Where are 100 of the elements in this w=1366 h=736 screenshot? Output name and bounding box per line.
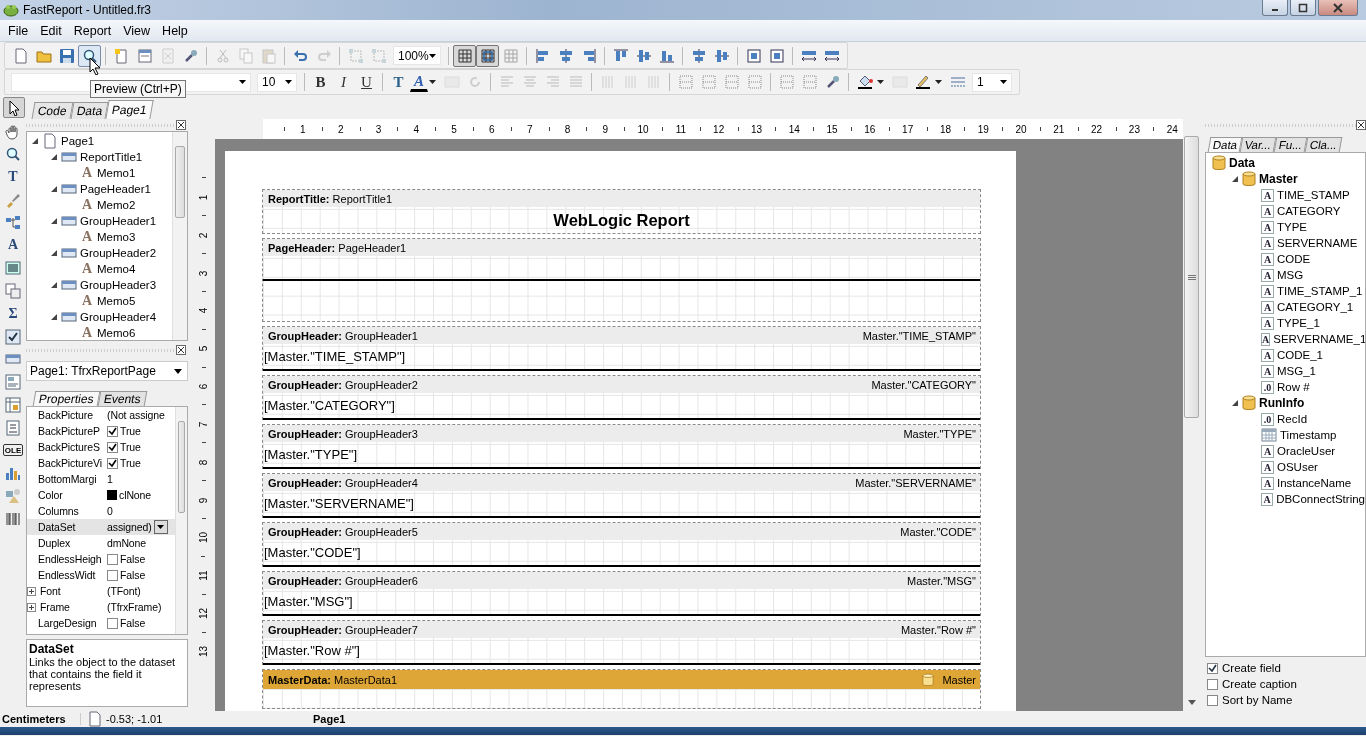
memo-icon: A bbox=[80, 261, 94, 277]
ruler-number: 4 bbox=[198, 308, 209, 314]
band-title: GroupHeader: GroupHeader7 bbox=[268, 623, 418, 636]
ruler-number: 20 bbox=[1015, 123, 1027, 135]
ruler-number: 23 bbox=[1128, 123, 1140, 135]
property-name: EndlessWidt bbox=[38, 569, 96, 581]
field-type-icon: A bbox=[1261, 348, 1274, 362]
band-dataset: Master bbox=[942, 673, 976, 686]
ruler-number: 4 bbox=[413, 123, 420, 135]
band-title: PageHeader: PageHeader1 bbox=[268, 241, 407, 254]
tooltip: Preview (Ctrl+P) bbox=[90, 80, 186, 98]
property-name: Frame bbox=[40, 601, 70, 613]
ruler-number: 1 bbox=[198, 194, 209, 201]
band-title: GroupHeader: GroupHeader6 bbox=[268, 574, 418, 587]
property-name: LargeDesign bbox=[38, 617, 97, 629]
window-title: FastReport - Untitled.fr3 bbox=[23, 3, 152, 17]
memo-icon: A bbox=[80, 165, 94, 181]
ruler-number: 12 bbox=[198, 608, 209, 620]
ruler-number: 21 bbox=[1053, 123, 1065, 135]
band-condition: Master."CATEGORY" bbox=[871, 378, 976, 391]
field-type-icon: A bbox=[1261, 332, 1271, 346]
field-type-icon: .0 bbox=[1261, 380, 1274, 394]
band-condition: Master."Row #" bbox=[900, 623, 976, 636]
ruler-number: 15 bbox=[826, 123, 838, 135]
ruler-number: 19 bbox=[977, 123, 989, 135]
property-name: BackPictureVi bbox=[38, 457, 102, 469]
ruler-number: 6 bbox=[489, 123, 495, 135]
ruler-number: 10 bbox=[198, 532, 209, 544]
band-title: GroupHeader: GroupHeader3 bbox=[268, 427, 418, 440]
units-label: Centimeters bbox=[0, 713, 81, 725]
ruler-number: 9 bbox=[602, 123, 609, 135]
ruler-number: 9 bbox=[198, 497, 209, 503]
ruler-number: 22 bbox=[1091, 123, 1103, 135]
field-type-icon: A bbox=[1261, 364, 1274, 378]
ruler-number: 8 bbox=[198, 459, 209, 466]
ruler-number: 12 bbox=[713, 123, 725, 135]
ruler-number: 11 bbox=[675, 123, 687, 135]
ruler-number: 7 bbox=[526, 123, 533, 135]
band-condition: Master."MSG" bbox=[907, 574, 976, 587]
property-name: EndlessHeigh bbox=[38, 553, 102, 565]
ruler-number: 5 bbox=[198, 345, 209, 352]
field-type-icon: .0 bbox=[1261, 412, 1274, 426]
ruler-number: 7 bbox=[198, 421, 209, 428]
field-type-icon: A bbox=[1261, 236, 1274, 250]
ruler-number: 10 bbox=[637, 123, 649, 135]
field-type-icon: A bbox=[1261, 492, 1274, 506]
page-name: Page1 bbox=[313, 713, 346, 725]
field-type-icon: A bbox=[1261, 204, 1274, 218]
ruler-number: 11 bbox=[198, 570, 209, 581]
description-text: Links the object to the dataset that contains the field it represents bbox=[29, 656, 177, 692]
field-type-icon: A bbox=[1261, 460, 1274, 474]
field-type-icon: A bbox=[1261, 220, 1274, 234]
property-name: Columns bbox=[38, 505, 79, 517]
ruler-number: 18 bbox=[939, 123, 951, 135]
band-condition: Master."CODE" bbox=[900, 525, 976, 538]
field-type-icon: A bbox=[1261, 300, 1274, 314]
ruler-number: 13 bbox=[750, 123, 762, 135]
memo-icon: A bbox=[80, 293, 94, 309]
ruler-number: 1 bbox=[300, 123, 306, 135]
band-title: GroupHeader: GroupHeader5 bbox=[268, 525, 418, 538]
field-type-icon: A bbox=[1261, 476, 1274, 490]
ruler-number: 3 bbox=[375, 123, 382, 135]
memo-icon: A bbox=[80, 197, 94, 213]
ruler-number: 17 bbox=[902, 123, 914, 135]
ruler-number: 6 bbox=[198, 383, 209, 390]
property-name: DataSet bbox=[38, 521, 76, 533]
memo-icon: A bbox=[80, 229, 94, 245]
band-condition: Master."SERVERNAME" bbox=[855, 476, 976, 489]
ruler-number: 16 bbox=[864, 123, 876, 135]
cursor-position: -0.53; -1.01 bbox=[106, 713, 163, 725]
field-type-icon: A bbox=[1261, 284, 1274, 298]
ruler-number: 14 bbox=[788, 123, 800, 135]
band-title: GroupHeader: GroupHeader4 bbox=[268, 476, 418, 489]
band-title: GroupHeader: GroupHeader1 bbox=[268, 329, 418, 342]
field-type-icon: A bbox=[1261, 316, 1274, 330]
band-condition: Master."TIME_STAMP" bbox=[862, 329, 976, 342]
band-title: ReportTitle: ReportTitle1 bbox=[268, 192, 393, 205]
band-title: GroupHeader: GroupHeader2 bbox=[268, 378, 418, 391]
description-title: DataSet bbox=[29, 642, 75, 656]
property-name: BackPictureS bbox=[38, 441, 100, 453]
field-type-icon: A bbox=[1261, 444, 1274, 458]
field-type-icon: A bbox=[1261, 188, 1274, 202]
ruler-number: 8 bbox=[564, 123, 571, 135]
property-name: BottomMargi bbox=[38, 473, 97, 485]
property-name: Font bbox=[40, 585, 61, 597]
property-name: BackPictureP bbox=[38, 425, 100, 437]
band-condition: Master."TYPE" bbox=[903, 427, 976, 440]
property-name: BackPicture bbox=[38, 409, 93, 421]
band-title: MasterData: MasterData1 bbox=[268, 673, 397, 686]
property-name: Duplex bbox=[38, 537, 71, 549]
property-name: Color bbox=[38, 489, 63, 501]
ruler-number: 3 bbox=[198, 270, 209, 276]
field-type-icon: A bbox=[1261, 268, 1274, 282]
ruler-number: 13 bbox=[198, 645, 209, 658]
field-type-icon: A bbox=[1261, 252, 1274, 266]
ruler-number: 5 bbox=[451, 123, 457, 135]
memo-icon: A bbox=[80, 325, 94, 340]
ruler-number: 2 bbox=[198, 232, 209, 238]
ruler-number: 24 bbox=[1166, 123, 1178, 135]
ruler-number: 2 bbox=[337, 123, 344, 135]
